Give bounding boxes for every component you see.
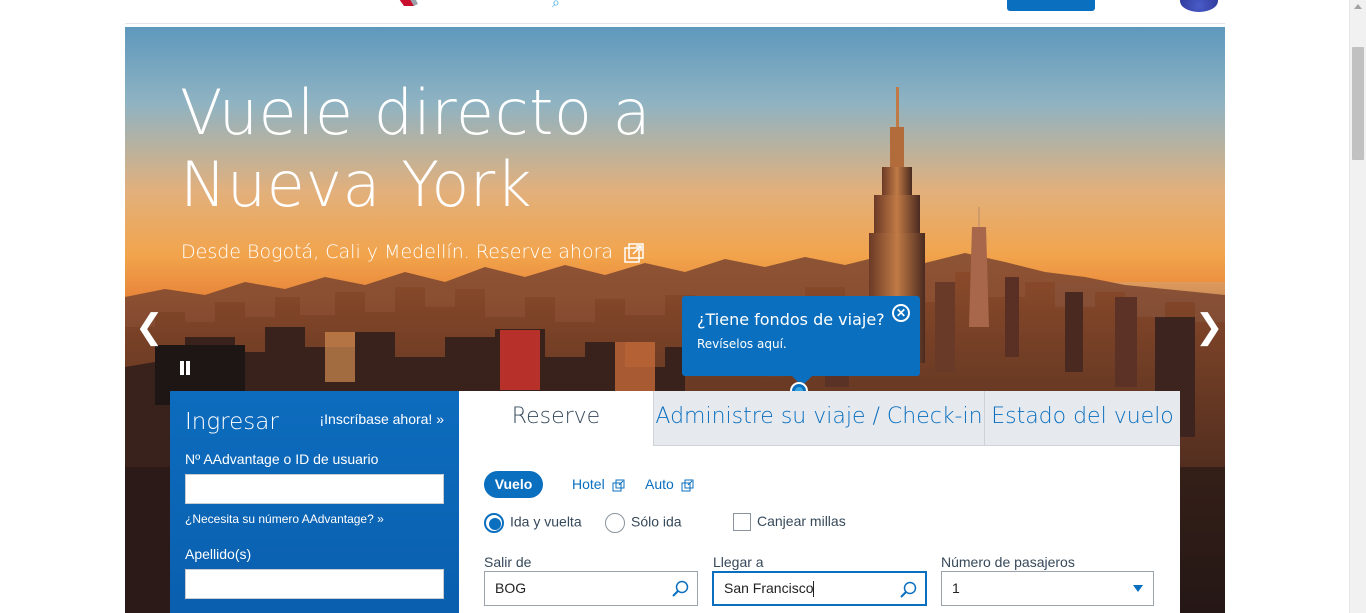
page-scrollbar[interactable] <box>1349 0 1366 613</box>
hero-title: Vuele directo a Nueva York <box>180 77 780 221</box>
carousel-pause-icon[interactable] <box>180 361 190 375</box>
redeem-miles-checkbox[interactable] <box>733 513 751 532</box>
aadvantage-id-label: Nº AAdvantage o ID de usuario <box>185 451 379 467</box>
round-trip-label: Ida y vuelta <box>510 513 582 530</box>
external-link-icon <box>681 479 694 492</box>
origin-input[interactable]: BOG <box>484 571 698 606</box>
round-trip-radio[interactable] <box>484 513 504 533</box>
text-cursor <box>813 581 815 598</box>
search-icon[interactable] <box>899 581 917 599</box>
travel-funds-tooltip[interactable]: ¿Tiene fondos de viaje? Revíselos aquí. … <box>682 296 920 386</box>
passengers-select[interactable]: 1 <box>941 571 1154 606</box>
destination-value: San Francisco <box>724 580 814 596</box>
forgot-number-link[interactable]: ¿Necesita su número AAdvantage? » <box>185 512 444 526</box>
signup-link[interactable]: ¡Inscríbase ahora! » <box>319 411 444 427</box>
one-way-radio[interactable] <box>605 513 625 533</box>
round-trip-option[interactable]: Ida y vuelta <box>484 513 582 533</box>
destination-label: Llegar a <box>713 554 764 570</box>
carousel-prev-icon[interactable]: ❮ <box>135 307 164 347</box>
origin-value: BOG <box>495 580 527 596</box>
scroll-thumb[interactable] <box>1352 47 1364 160</box>
passengers-value: 1 <box>952 580 960 596</box>
hero-title-line2: Nueva York <box>180 148 533 221</box>
hero-carousel: Vuele directo a Nueva York Desde Bogotá,… <box>125 27 1225 613</box>
chevron-down-icon <box>1133 585 1143 592</box>
car-link[interactable]: Auto <box>645 476 694 492</box>
header-button[interactable] <box>1007 0 1095 11</box>
one-way-label: Sólo ida <box>631 513 682 530</box>
booking-panel: Reserve Administre su viaje / Check-in E… <box>459 391 1180 613</box>
booking-tabs: Reserve Administre su viaje / Check-in E… <box>459 391 1180 446</box>
hero-subtitle-link[interactable]: Desde Bogotá, Cali y Medellín. Reserve a… <box>181 241 645 264</box>
lastname-label: Apellido(s) <box>185 546 252 562</box>
hero-subtitle-text: Desde Bogotá, Cali y Medellín. Reserve a… <box>181 241 614 263</box>
page: ⌕ Vuele directo a Nueva York Desde Bogot… <box>0 0 1366 613</box>
login-panel: Ingresar ¡Inscríbase ahora! » Nº AAdvant… <box>170 391 459 613</box>
redeem-miles-label: Canjear millas <box>757 513 846 529</box>
lastname-input[interactable] <box>185 569 444 599</box>
header-search-icon[interactable]: ⌕ <box>552 0 560 11</box>
external-link-icon <box>612 479 625 492</box>
tooltip-close-icon[interactable]: ✕ <box>892 304 910 322</box>
tab-book[interactable]: Reserve <box>459 391 653 446</box>
airline-logo[interactable] <box>392 0 422 8</box>
tab-manage-trip[interactable]: Administre su viaje / Check-in <box>653 391 984 446</box>
destination-input[interactable]: San Francisco <box>712 571 927 606</box>
redeem-miles-option[interactable]: Canjear millas <box>733 513 846 532</box>
aadvantage-id-input[interactable] <box>185 474 444 504</box>
origin-label: Salir de <box>484 554 532 570</box>
one-way-option[interactable]: Sólo ida <box>605 513 682 533</box>
tooltip-title: ¿Tiene fondos de viaje? <box>697 310 885 329</box>
car-link-label: Auto <box>645 476 674 492</box>
tab-flight-status[interactable]: Estado del vuelo <box>984 391 1180 446</box>
carousel-next-icon[interactable]: ❯ <box>1195 307 1224 347</box>
flight-product-tab[interactable]: Vuelo <box>484 471 543 498</box>
hotel-link-label: Hotel <box>572 476 605 492</box>
hero-title-line1: Vuele directo a <box>180 76 652 149</box>
tooltip-body[interactable]: Revíselos aquí. <box>697 337 905 351</box>
external-link-icon <box>624 242 644 263</box>
passengers-label: Número de pasajeros <box>941 554 1075 570</box>
search-icon[interactable] <box>671 580 689 598</box>
hotel-link[interactable]: Hotel <box>572 476 625 492</box>
scroll-up-icon[interactable] <box>1354 4 1362 9</box>
